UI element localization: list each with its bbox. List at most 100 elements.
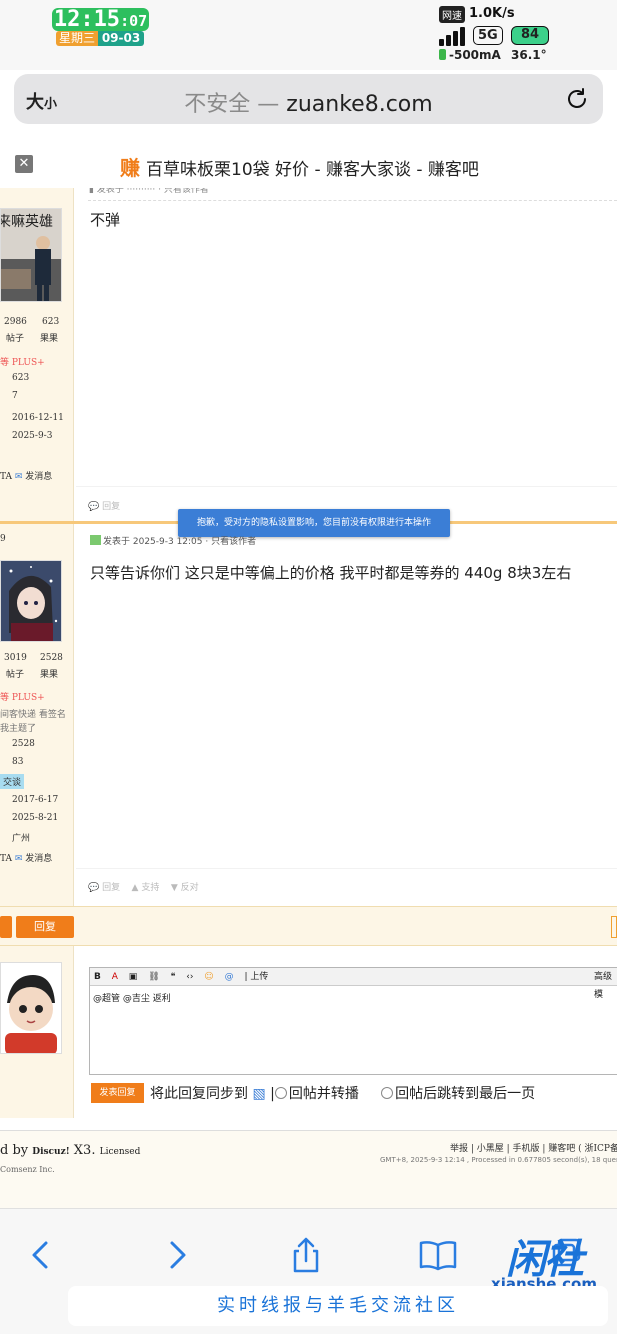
advanced-mode-link[interactable]: 高级模 [594, 968, 617, 1004]
emoji-icon[interactable]: ☺ [204, 972, 213, 982]
reply-link[interactable]: 💬 回复 [88, 499, 120, 512]
avatar[interactable] [0, 560, 62, 642]
sendmsg-link[interactable]: TA ✉ 发消息 [0, 469, 52, 482]
reply-editor[interactable]: B A ▣ ⛓ ❝ ‹› ☺ @ | 上传 高级模 @超管 @吉尘 返利 [89, 967, 617, 1075]
location: 广州 [12, 834, 31, 844]
thread-content: ▮ 发表于 ·········· · 只看该作者 来嘛英雄 2986 623 帖… [0, 188, 617, 1208]
stat-2: 7 [12, 391, 18, 401]
close-icon[interactable]: ✕ [15, 155, 33, 173]
permission-toast: 抱歉，受对方的隐私设置影响，您目前没有权限进行本操作 [178, 509, 450, 537]
stat-1: 623 [12, 373, 30, 383]
battery-icon: 84 [511, 26, 549, 45]
support-link[interactable]: ▲ 支持 [132, 883, 160, 893]
image-icon[interactable]: ▣ [129, 972, 138, 982]
reload-icon[interactable] [565, 87, 589, 111]
reply-text: 回复 [102, 502, 121, 512]
network-type: 5G [473, 26, 503, 45]
posts-label: 帖子 [6, 670, 25, 680]
powered-by: d by Discuz! X3. Licensed [0, 1143, 140, 1158]
date: 09-03 [98, 31, 144, 46]
back-icon[interactable] [22, 1235, 62, 1275]
oppose-link[interactable]: ▼ 反对 [171, 883, 199, 893]
reply-button[interactable]: 回复 [16, 916, 74, 938]
share-icon[interactable] [286, 1235, 326, 1275]
forward-icon[interactable] [156, 1235, 196, 1275]
avatar-image [1, 561, 61, 641]
at-icon[interactable]: @ [225, 972, 234, 982]
level-text: PLUS+ [11, 358, 45, 368]
font-color-icon[interactable]: A [112, 972, 118, 982]
avatar-image [1, 963, 61, 1053]
last-date: 2025-9-3 [12, 431, 53, 441]
net-label: 网速 [439, 6, 465, 23]
licensed-text: Licensed [99, 1147, 141, 1157]
level-text: PLUS+ [11, 693, 45, 703]
url-display[interactable]: 不安全 — zuanke8.com [14, 86, 603, 118]
post-content: 只等告诉你们 这只是中等偏上的价格 我平时都是等券的 440g 8块3左右 [90, 564, 572, 582]
site-logo: 赚 [120, 156, 140, 180]
avatar[interactable]: 来嘛英雄 [0, 208, 62, 302]
watermark-slogan: 实时线报与羊毛交流社区 [68, 1286, 608, 1326]
sendmsg-link[interactable]: TA ✉ 发消息 [0, 851, 52, 864]
post-meta: 发表于 2025-9-3 12:05 · 只看该作者 [90, 534, 256, 547]
reply-text: 回复 [102, 883, 121, 893]
weekday: 星期三 [56, 31, 99, 46]
stat-1: 2528 [12, 739, 35, 749]
bookmarks-icon[interactable] [418, 1235, 458, 1275]
support-text: 支持 [141, 883, 160, 893]
post-meta-faded: ▮ 发表于 ·········· · 只看该作者 [89, 188, 209, 195]
quote-icon[interactable]: ❝ [171, 972, 176, 982]
fruits-count: 623 [42, 317, 60, 327]
code-icon[interactable]: ‹› [186, 972, 193, 982]
temperature: 36.1° [511, 48, 547, 62]
floor-number: 9 [0, 534, 6, 544]
clock-hm: 12:15 [53, 7, 121, 32]
version-text: X3. [73, 1143, 96, 1158]
posts-count: 3019 [4, 653, 27, 663]
oppose-text: 反对 [180, 883, 199, 893]
gmt-info: GMT+8, 2025-9-3 12:14 , Processed in 0.6… [380, 1156, 617, 1164]
status-bar: 12:15:07 星期三 09-03 网速 1.0K/s 5G 84 -500m… [0, 0, 617, 70]
bold-icon[interactable]: B [94, 972, 101, 982]
reply-link[interactable]: 💬 回复 [88, 883, 120, 893]
posts-label: 帖子 [6, 334, 25, 344]
reg-date: 2017-6-17 [12, 795, 59, 805]
sendmsg-text: 发消息 [25, 472, 53, 482]
page-title-bar: ✕ 赚百草味板栗10袋 好价 - 赚客大家谈 - 赚客吧 [0, 140, 617, 188]
upload-button[interactable]: | 上传 [244, 972, 276, 982]
editor-text[interactable]: @超管 @吉尘 返利 [90, 986, 617, 1009]
tag-badge: 交谈 [0, 774, 25, 789]
current-value: -500mA [449, 48, 501, 62]
level-badge: 等 PLUS+ [0, 358, 45, 368]
repost-checkbox[interactable] [274, 1087, 287, 1099]
date-badge: 星期三 09-03 [56, 31, 144, 46]
username[interactable]: 来嘛英雄 [1, 211, 53, 231]
jump-last-label: 回帖后跳转到最后一页 [395, 1086, 536, 1102]
fruits-label: 果果 [40, 670, 59, 680]
signature-1: 间客快递 看签名 [0, 710, 66, 720]
posts-count: 2986 [4, 317, 27, 327]
link-icon[interactable]: ⛓ [148, 972, 159, 982]
jump-last-checkbox[interactable] [381, 1087, 394, 1099]
prev-button[interactable] [0, 916, 12, 938]
fruits-label: 果果 [40, 334, 59, 344]
post-actions: 💬 回复 ▲ 支持 ▼ 反对 [88, 880, 199, 893]
weibo-icon[interactable]: ▧ [252, 1086, 265, 1102]
powered-text: d by [0, 1143, 29, 1158]
footer-links[interactable]: 举报 | 小黑屋 | 手机版 | 赚客吧 ( 浙ICP备 [450, 1141, 617, 1154]
discuz-link[interactable]: Discuz! [32, 1147, 69, 1157]
reg-date: 2016-12-11 [12, 413, 64, 423]
signature-2: 我主题了 [0, 724, 37, 734]
current-readout: -500mA [439, 48, 501, 62]
address-bar[interactable]: 大小 不安全 — zuanke8.com [14, 74, 603, 124]
domain-label: zuanke8.com [286, 92, 433, 117]
level-badge: 等 PLUS+ [0, 693, 45, 703]
reply-bar: 回复 [0, 906, 617, 946]
stat-2: 83 [12, 757, 24, 767]
submit-reply-button[interactable]: 发表回复 [91, 1083, 144, 1103]
repost-label: 回帖并转播 [288, 1086, 359, 1102]
post-meta-text: 发表于 2025-9-3 12:05 [103, 537, 203, 547]
comsenz-text: Comsenz Inc. [0, 1165, 55, 1174]
editor-toolbar: B A ▣ ⛓ ❝ ‹› ☺ @ | 上传 高级模 [90, 968, 617, 1000]
avatar [0, 962, 62, 1054]
